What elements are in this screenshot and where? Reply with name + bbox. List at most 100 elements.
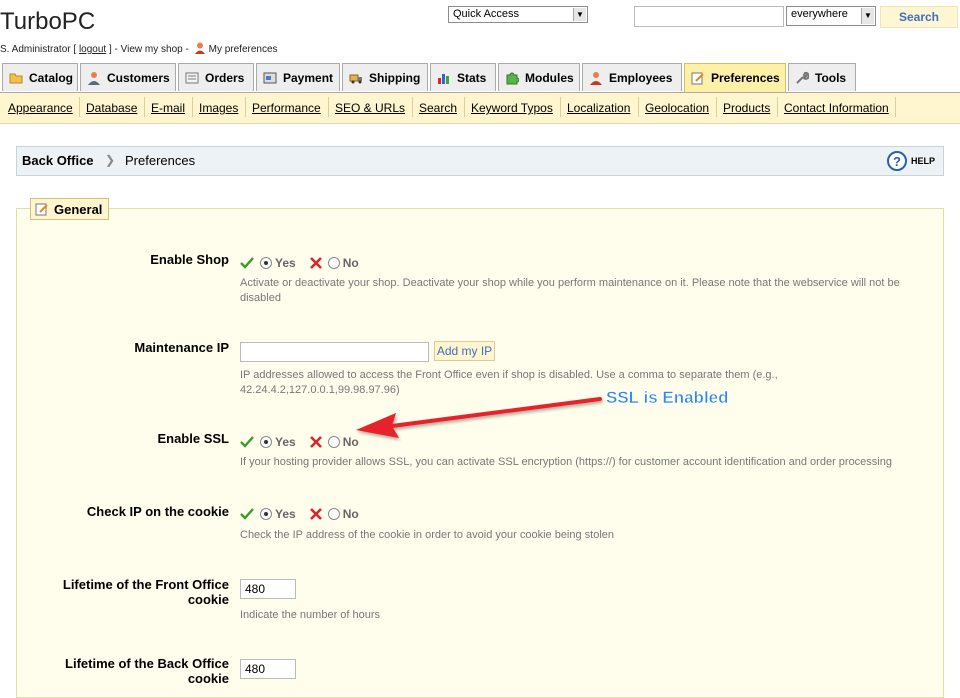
subtab-separator — [777, 97, 778, 117]
no-label: No — [342, 507, 359, 521]
folder-icon — [9, 73, 23, 83]
add-my-ip-button[interactable]: Add my IP — [434, 341, 495, 361]
section-legend: General — [30, 198, 110, 220]
tab-label: Employees — [609, 70, 673, 85]
search-input[interactable] — [634, 6, 784, 27]
subtab-appearance[interactable]: Appearance — [8, 101, 73, 115]
subtab-contact-information[interactable]: Contact Information — [784, 101, 889, 115]
tab-preferences[interactable]: Preferences — [684, 63, 786, 92]
subtab-separator — [560, 97, 561, 117]
subtab-performance[interactable]: Performance — [252, 101, 321, 115]
user-line: S. Administrator [ logout ] - View my sh… — [0, 42, 278, 55]
back-cookie-label: Lifetime of the Back Office cookie — [65, 656, 229, 686]
my-preferences-link[interactable]: My preferences — [209, 44, 278, 55]
maintenance-ip-desc-line2: 42.24.4.2,127.0.0.1,99.98.97.96) — [240, 384, 400, 396]
subtab-images[interactable]: Images — [199, 101, 238, 115]
no-label: No — [342, 256, 359, 270]
back-cookie-label-line1: Lifetime of the Back Office — [65, 656, 229, 671]
enable-shop-no-radio[interactable] — [327, 257, 340, 269]
check-ip-cookie-yes-radio[interactable] — [260, 508, 272, 520]
view-shop-link[interactable]: View my shop — [121, 44, 183, 55]
check-icon — [240, 508, 254, 520]
svg-text:?: ? — [893, 154, 901, 169]
maintenance-ip-label: Maintenance IP — [134, 340, 229, 355]
enable-ssl-desc: If your hosting provider allows SSL, you… — [240, 456, 892, 468]
person-icon — [194, 42, 205, 54]
enable-shop-desc-line2: disabled — [240, 292, 281, 304]
search-scope-value: everywhere — [791, 8, 848, 20]
annotation-label: SSL is Enabled — [606, 388, 729, 408]
check-icon — [240, 436, 254, 448]
maintenance-ip-desc-line1: IP addresses allowed to access the Front… — [240, 369, 778, 381]
search-scope-select[interactable]: everywhere ▼ — [786, 6, 876, 26]
quick-access-select[interactable]: Quick Access ▼ — [448, 6, 588, 23]
subtab-geolocation[interactable]: Geolocation — [645, 101, 709, 115]
subtab-separator — [144, 97, 145, 117]
check-ip-cookie-no-radio[interactable] — [327, 508, 340, 520]
tab-catalog[interactable]: Catalog — [2, 63, 78, 91]
person-icon — [590, 71, 602, 85]
front-cookie-lifetime-input[interactable]: 480 — [240, 579, 296, 599]
tab-modules[interactable]: Modules — [498, 63, 580, 91]
cross-icon — [309, 436, 322, 448]
tab-orders[interactable]: Orders — [178, 63, 254, 91]
subtab-separator — [412, 97, 413, 117]
check-ip-cookie-desc: Check the IP address of the cookie in or… — [240, 529, 615, 541]
person-icon — [88, 71, 100, 85]
help-button[interactable]: ? HELP — [886, 151, 935, 171]
search-button[interactable]: Search — [880, 6, 958, 28]
front-cookie-label-line1: Lifetime of the Front Office — [62, 577, 229, 592]
tab-tools[interactable]: Tools — [788, 63, 856, 91]
tab-label: Payment — [283, 70, 334, 85]
section-title: General — [54, 201, 103, 217]
main-tabs: Catalog Customers Orders Payment Shippin… — [0, 63, 960, 93]
subtab-keyword-typos[interactable]: Keyword Typos — [471, 101, 553, 115]
enable-ssl-yes-radio[interactable] — [260, 436, 272, 448]
quick-access-value: Quick Access — [453, 8, 520, 20]
truck-icon — [349, 74, 362, 83]
subtab-seo-urls[interactable]: SEO & URLs — [335, 101, 405, 115]
subtab-separator — [79, 97, 80, 117]
enable-shop-desc-line1: Activate or deactivate your shop. Deacti… — [240, 277, 900, 289]
tab-customers[interactable]: Customers — [80, 63, 176, 91]
tab-label: Shipping — [369, 70, 421, 85]
subtab-products[interactable]: Products — [723, 101, 770, 115]
tab-label: Orders — [205, 70, 245, 85]
subtab-database[interactable]: Database — [86, 101, 137, 115]
subtab-search[interactable]: Search — [419, 101, 457, 115]
tab-label: Stats — [457, 70, 487, 85]
tab-stats[interactable]: Stats — [430, 63, 496, 91]
check-icon — [240, 257, 254, 269]
enable-shop-label: Enable Shop — [150, 252, 229, 267]
enable-ssl-no-radio[interactable] — [327, 436, 340, 448]
cross-icon — [309, 508, 322, 520]
no-label: No — [342, 435, 359, 449]
tab-employees[interactable]: Employees — [582, 63, 682, 91]
maintenance-ip-input[interactable] — [240, 342, 429, 362]
enable-shop-yes-radio[interactable] — [260, 257, 272, 269]
subtab-email[interactable]: E-mail — [151, 101, 185, 115]
breadcrumb-back-office[interactable]: Back Office — [22, 153, 94, 168]
subtab-separator — [895, 97, 896, 117]
wrench-icon — [796, 71, 809, 84]
subtab-separator — [638, 97, 639, 117]
puzzle-icon — [506, 72, 519, 84]
tab-label: Customers — [107, 70, 170, 85]
tab-payment[interactable]: Payment — [256, 63, 340, 91]
check-ip-cookie-options: Yes No — [240, 507, 359, 521]
payment-icon — [263, 72, 277, 83]
sub-tabs: Appearance Database E-mail Images Perfor… — [0, 93, 960, 124]
yes-label: Yes — [275, 507, 296, 521]
subtab-separator — [464, 97, 465, 117]
enable-ssl-label: Enable SSL — [157, 431, 229, 446]
subtab-localization[interactable]: Localization — [567, 101, 630, 115]
breadcrumb-preferences: Preferences — [125, 153, 196, 168]
help-icon: ? — [886, 151, 907, 171]
subtab-separator — [328, 97, 329, 117]
subtab-separator — [716, 97, 717, 117]
chart-icon — [438, 73, 449, 84]
back-cookie-lifetime-input[interactable]: 480 — [240, 659, 296, 679]
logout-link[interactable]: logout — [79, 44, 106, 55]
tab-label: Tools — [815, 70, 847, 85]
tab-shipping[interactable]: Shipping — [342, 63, 428, 91]
